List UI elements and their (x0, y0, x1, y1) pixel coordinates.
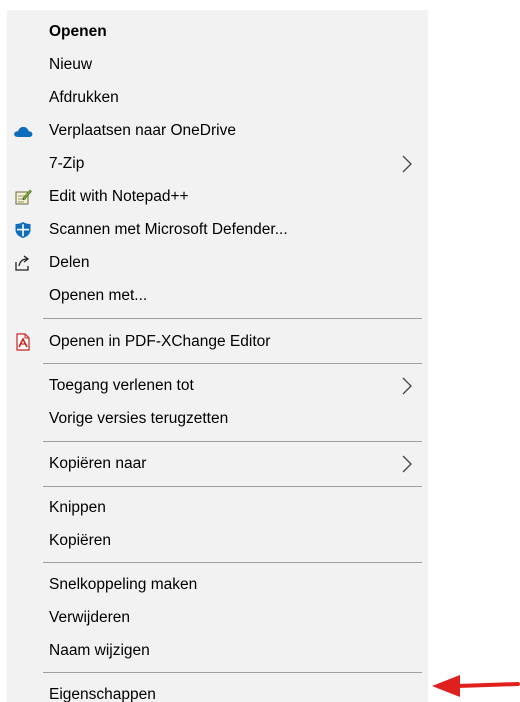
menu-item-verplaatsen-naar-onedrive[interactable]: Verplaatsen naar OneDrive (7, 114, 428, 147)
menu-item-7-zip[interactable]: 7-Zip (7, 147, 428, 180)
submenu-chevron-right-icon (402, 455, 412, 472)
menu-item-label: Verplaatsen naar OneDrive (49, 121, 236, 139)
menu-item-nieuw[interactable]: Nieuw (7, 48, 428, 81)
menu-item-label: Kopiëren (49, 531, 112, 549)
menu-item-label: Nieuw (49, 55, 93, 73)
menu-item-label: Eigenschappen (49, 685, 156, 702)
microsoft-defender-icon (13, 220, 33, 240)
menu-item-kopieren-naar[interactable]: Kopiëren naar (7, 447, 428, 480)
share-icon (13, 253, 33, 273)
menu-item-label: Edit with Notepad++ (49, 187, 189, 205)
notepad-plus-plus-icon (13, 187, 33, 207)
menu-item-toegang-verlenen-tot[interactable]: Toegang verlenen tot (7, 369, 428, 402)
menu-item-eigenschappen[interactable]: Eigenschappen (7, 678, 428, 702)
menu-item-label: Afdrukken (49, 88, 119, 106)
menu-item-label: Vorige versies terugzetten (49, 409, 229, 427)
menu-item-label: Naam wijzigen (49, 641, 150, 659)
menu-item-openen-met[interactable]: Openen met... (7, 279, 428, 312)
menu-item-label: Openen met... (49, 286, 148, 304)
menu-separator (43, 441, 422, 442)
menu-separator (43, 363, 422, 364)
menu-separator (43, 672, 422, 673)
pdf-xchange-icon (13, 332, 33, 352)
menu-item-label: Openen in PDF-XChange Editor (49, 332, 271, 350)
menu-item-label: Verwijderen (49, 608, 130, 626)
menu-item-label: Toegang verlenen tot (49, 376, 194, 394)
menu-item-vorige-versies-terugzetten[interactable]: Vorige versies terugzetten (7, 402, 428, 435)
onedrive-cloud-icon (13, 121, 33, 141)
menu-item-label: Kopiëren naar (49, 454, 147, 472)
menu-item-label: 7-Zip (49, 154, 85, 172)
menu-item-label: Snelkoppeling maken (49, 575, 198, 593)
menu-item-label: Delen (49, 253, 90, 271)
menu-separator (43, 486, 422, 487)
menu-item-label: Knippen (49, 498, 106, 516)
submenu-chevron-right-icon (402, 377, 412, 394)
menu-separator (43, 562, 422, 563)
menu-item-openen-in-pdf-xchange-editor[interactable]: Openen in PDF-XChange Editor (7, 325, 428, 358)
menu-item-scannen-met-microsoft-defender[interactable]: Scannen met Microsoft Defender... (7, 213, 428, 246)
menu-item-kopieren[interactable]: Kopiëren (7, 524, 428, 557)
context-menu: Openen Nieuw Afdrukken Verplaatsen naar … (7, 10, 428, 702)
menu-item-naam-wijzigen[interactable]: Naam wijzigen (7, 634, 428, 667)
menu-item-label: Scannen met Microsoft Defender... (49, 220, 288, 238)
menu-item-verwijderen[interactable]: Verwijderen (7, 601, 428, 634)
menu-item-knippen[interactable]: Knippen (7, 491, 428, 524)
annotation-arrow-icon (432, 675, 520, 697)
menu-item-afdrukken[interactable]: Afdrukken (7, 81, 428, 114)
menu-item-label: Openen (49, 22, 107, 40)
menu-separator (43, 318, 422, 319)
menu-item-snelkoppeling-maken[interactable]: Snelkoppeling maken (7, 568, 428, 601)
menu-item-delen[interactable]: Delen (7, 246, 428, 279)
menu-item-edit-with-notepad[interactable]: Edit with Notepad++ (7, 180, 428, 213)
submenu-chevron-right-icon (402, 155, 412, 172)
menu-item-openen[interactable]: Openen (7, 15, 428, 48)
